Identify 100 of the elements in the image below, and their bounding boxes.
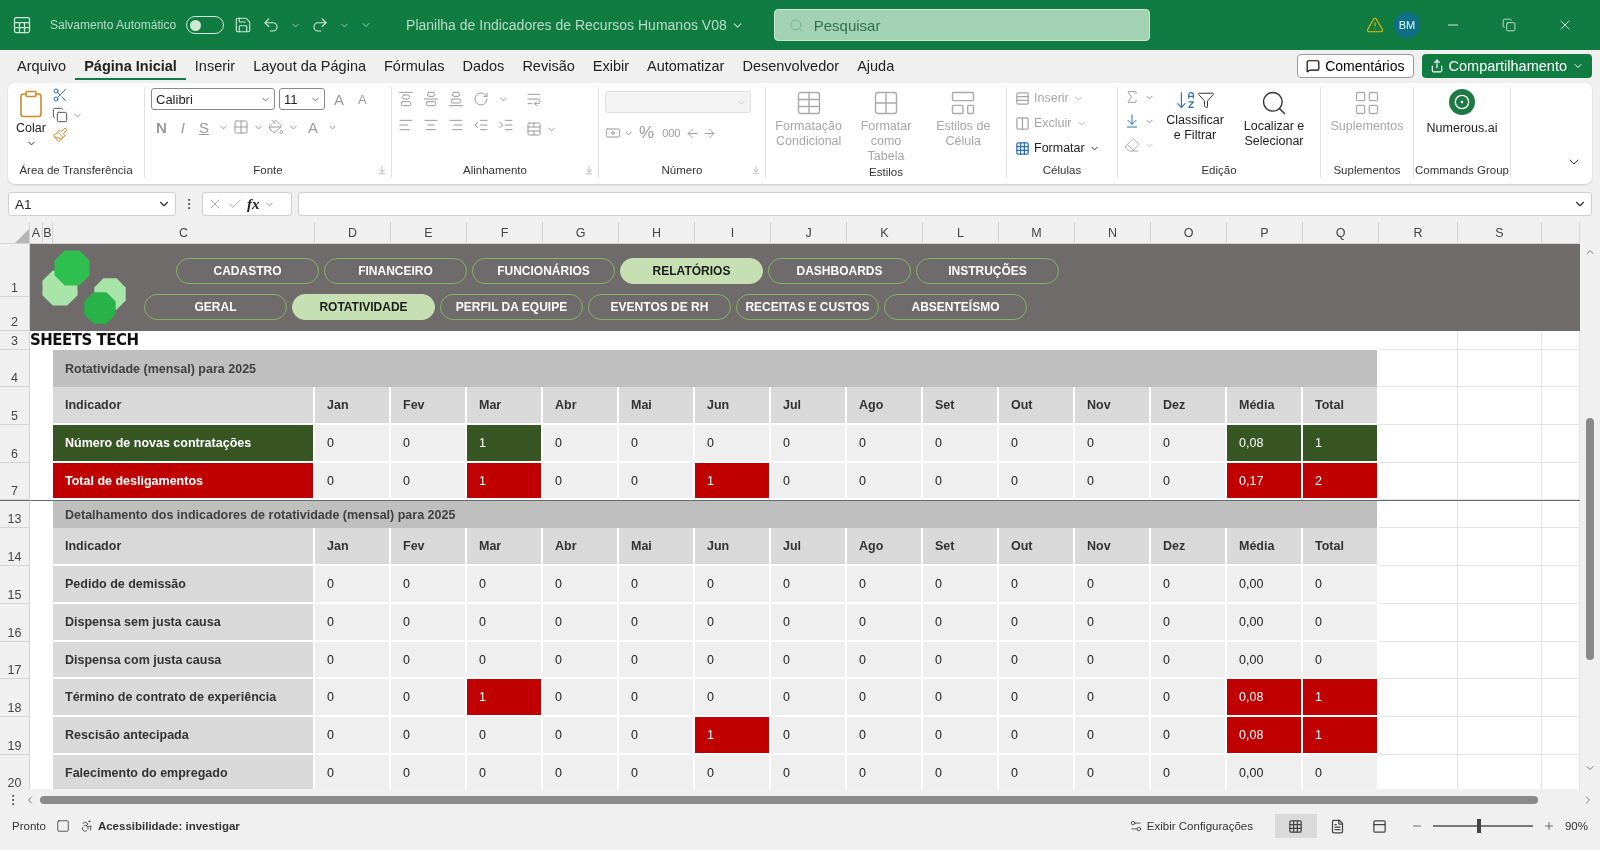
- table-cell: 0: [619, 717, 695, 755]
- align-top-icon[interactable]: [398, 91, 414, 107]
- comment-icon: [1306, 58, 1321, 73]
- cells-button[interactable]: Formatar: [1013, 137, 1102, 159]
- align-right-icon[interactable]: [448, 117, 464, 133]
- menu-tab[interactable]: Dados: [453, 51, 514, 80]
- warning-icon[interactable]: [1366, 16, 1384, 34]
- menu-tab[interactable]: Desenvolvedor: [733, 51, 849, 80]
- name-box[interactable]: A1: [8, 192, 176, 216]
- menu-tab[interactable]: Inserir: [185, 51, 245, 80]
- normal-view-button[interactable]: [1274, 814, 1317, 838]
- align-center-icon[interactable]: [423, 117, 439, 133]
- table-cell: 0: [619, 425, 695, 463]
- macro-icon[interactable]: [55, 819, 70, 833]
- row-header: 7: [0, 463, 30, 500]
- table-cell: 0: [1303, 604, 1379, 642]
- menu-tab[interactable]: Fórmulas: [375, 51, 454, 80]
- merge-icon[interactable]: [526, 121, 542, 137]
- number-format-field[interactable]: [605, 91, 751, 113]
- font-name-field[interactable]: Calibri: [151, 88, 275, 110]
- table-cell: 0: [1151, 717, 1227, 755]
- eraser-icon[interactable]: [1124, 137, 1140, 153]
- page-icon: [1330, 818, 1346, 834]
- nav-button[interactable]: RELATÓRIOS: [620, 258, 763, 284]
- launcher-icon[interactable]: [751, 165, 761, 175]
- align-middle-icon[interactable]: [423, 91, 439, 107]
- sort-filter-button[interactable]: Classificar e Filtrar: [1159, 87, 1231, 145]
- share-button[interactable]: Compartilhamento: [1421, 53, 1592, 78]
- row-header: 16: [0, 604, 30, 642]
- table-cell: 0: [543, 425, 619, 463]
- formula-field[interactable]: [298, 192, 1592, 216]
- copy-icon[interactable]: [52, 107, 68, 123]
- numerous-button[interactable]: Numerous.ai: [1424, 87, 1500, 138]
- redo-icon[interactable]: [311, 16, 330, 34]
- restore-icon[interactable]: [1502, 18, 1516, 32]
- table-cell: 0,08: [1227, 717, 1303, 755]
- display-settings-link[interactable]: Exibir Configurações: [1146, 820, 1253, 832]
- menu-tab[interactable]: Layout da Página: [244, 51, 375, 80]
- menu-tab[interactable]: Arquivo: [8, 51, 76, 80]
- share-icon: [1429, 58, 1444, 73]
- align-bottom-icon[interactable]: [448, 91, 464, 107]
- scissors-icon[interactable]: [52, 87, 68, 103]
- launcher-icon[interactable]: [584, 165, 594, 175]
- row-label: Dispensa com justa causa: [53, 642, 315, 679]
- column-header: Nov: [1075, 528, 1151, 566]
- align-left-icon[interactable]: [398, 117, 414, 133]
- indent-decrease-icon[interactable]: [473, 117, 489, 133]
- table-cell: 0: [1075, 604, 1151, 642]
- menu-tab[interactable]: Ajuda: [848, 51, 904, 80]
- table-cell: 0: [543, 755, 619, 789]
- save-icon[interactable]: [234, 16, 253, 34]
- row-label: Término de contrato de experiência: [53, 679, 315, 717]
- table-cell: 2: [1303, 463, 1379, 500]
- fill-color-icon[interactable]: [268, 119, 285, 135]
- paintbrush-icon[interactable]: [52, 127, 68, 143]
- row-header: 6: [0, 425, 30, 463]
- undo-icon[interactable]: [262, 16, 281, 34]
- orientation-icon[interactable]: [473, 91, 489, 107]
- menu-tab[interactable]: Página Inicial: [75, 51, 186, 80]
- indent-increase-icon[interactable]: [498, 117, 514, 133]
- launcher-icon[interactable]: [377, 165, 387, 175]
- table-cell: 0,00: [1227, 642, 1303, 679]
- table-cell: 0: [543, 642, 619, 679]
- table-cell: 0: [847, 425, 923, 463]
- table-title: Rotatividade (mensal) para 2025: [53, 350, 1379, 387]
- grid-icon: [1353, 89, 1381, 117]
- search-field[interactable]: Pesquisar: [773, 9, 1150, 41]
- sum-icon[interactable]: [1124, 89, 1140, 105]
- arrow-right-icon[interactable]: [702, 125, 718, 141]
- column-header: Jul: [771, 528, 847, 566]
- filter-icon: [1197, 91, 1215, 109]
- row-header: 19: [0, 717, 30, 755]
- table-cell: 0: [1075, 679, 1151, 717]
- user-avatar[interactable]: BM: [1394, 12, 1420, 38]
- table-cell: 1: [695, 717, 771, 755]
- paste-button[interactable]: Colar: [14, 87, 48, 151]
- spreadsheet-icon[interactable]: [12, 15, 32, 35]
- nav-button[interactable]: ROTATIVIDADE: [292, 294, 435, 320]
- column-header: Dez: [1151, 528, 1227, 566]
- wrap-text-icon[interactable]: [526, 91, 542, 107]
- accessibility-status[interactable]: Acessibilidade: investigar: [97, 820, 240, 832]
- font-size-field[interactable]: 11: [279, 88, 325, 110]
- find-select-button[interactable]: Localizar e Selecionar: [1235, 87, 1313, 151]
- document-title[interactable]: Planilha de Indicadores de Recursos Humanos V08: [406, 17, 744, 33]
- scrollbar-thumb[interactable]: [1586, 418, 1594, 660]
- row-header: 13: [0, 500, 30, 528]
- fill-down-icon[interactable]: [1124, 113, 1140, 129]
- comments-button[interactable]: Comentários: [1297, 53, 1414, 78]
- zoom-in-icon[interactable]: [1542, 820, 1555, 832]
- table-cell: 0: [695, 604, 771, 642]
- table-cell: 0: [999, 642, 1075, 679]
- currency-icon[interactable]: [605, 125, 621, 141]
- menu-tab[interactable]: Exibir: [583, 51, 639, 80]
- menu-tab[interactable]: Revisão: [513, 51, 584, 80]
- scrollbar-thumb[interactable]: [40, 796, 1538, 804]
- row-label: Falecimento do empregado: [53, 755, 315, 789]
- brand-name: SHEETS TECH: [30, 331, 140, 350]
- menu-tab[interactable]: Automatizar: [638, 51, 734, 80]
- borders-icon[interactable]: [233, 119, 250, 135]
- insert-function-button[interactable]: fx: [247, 195, 260, 213]
